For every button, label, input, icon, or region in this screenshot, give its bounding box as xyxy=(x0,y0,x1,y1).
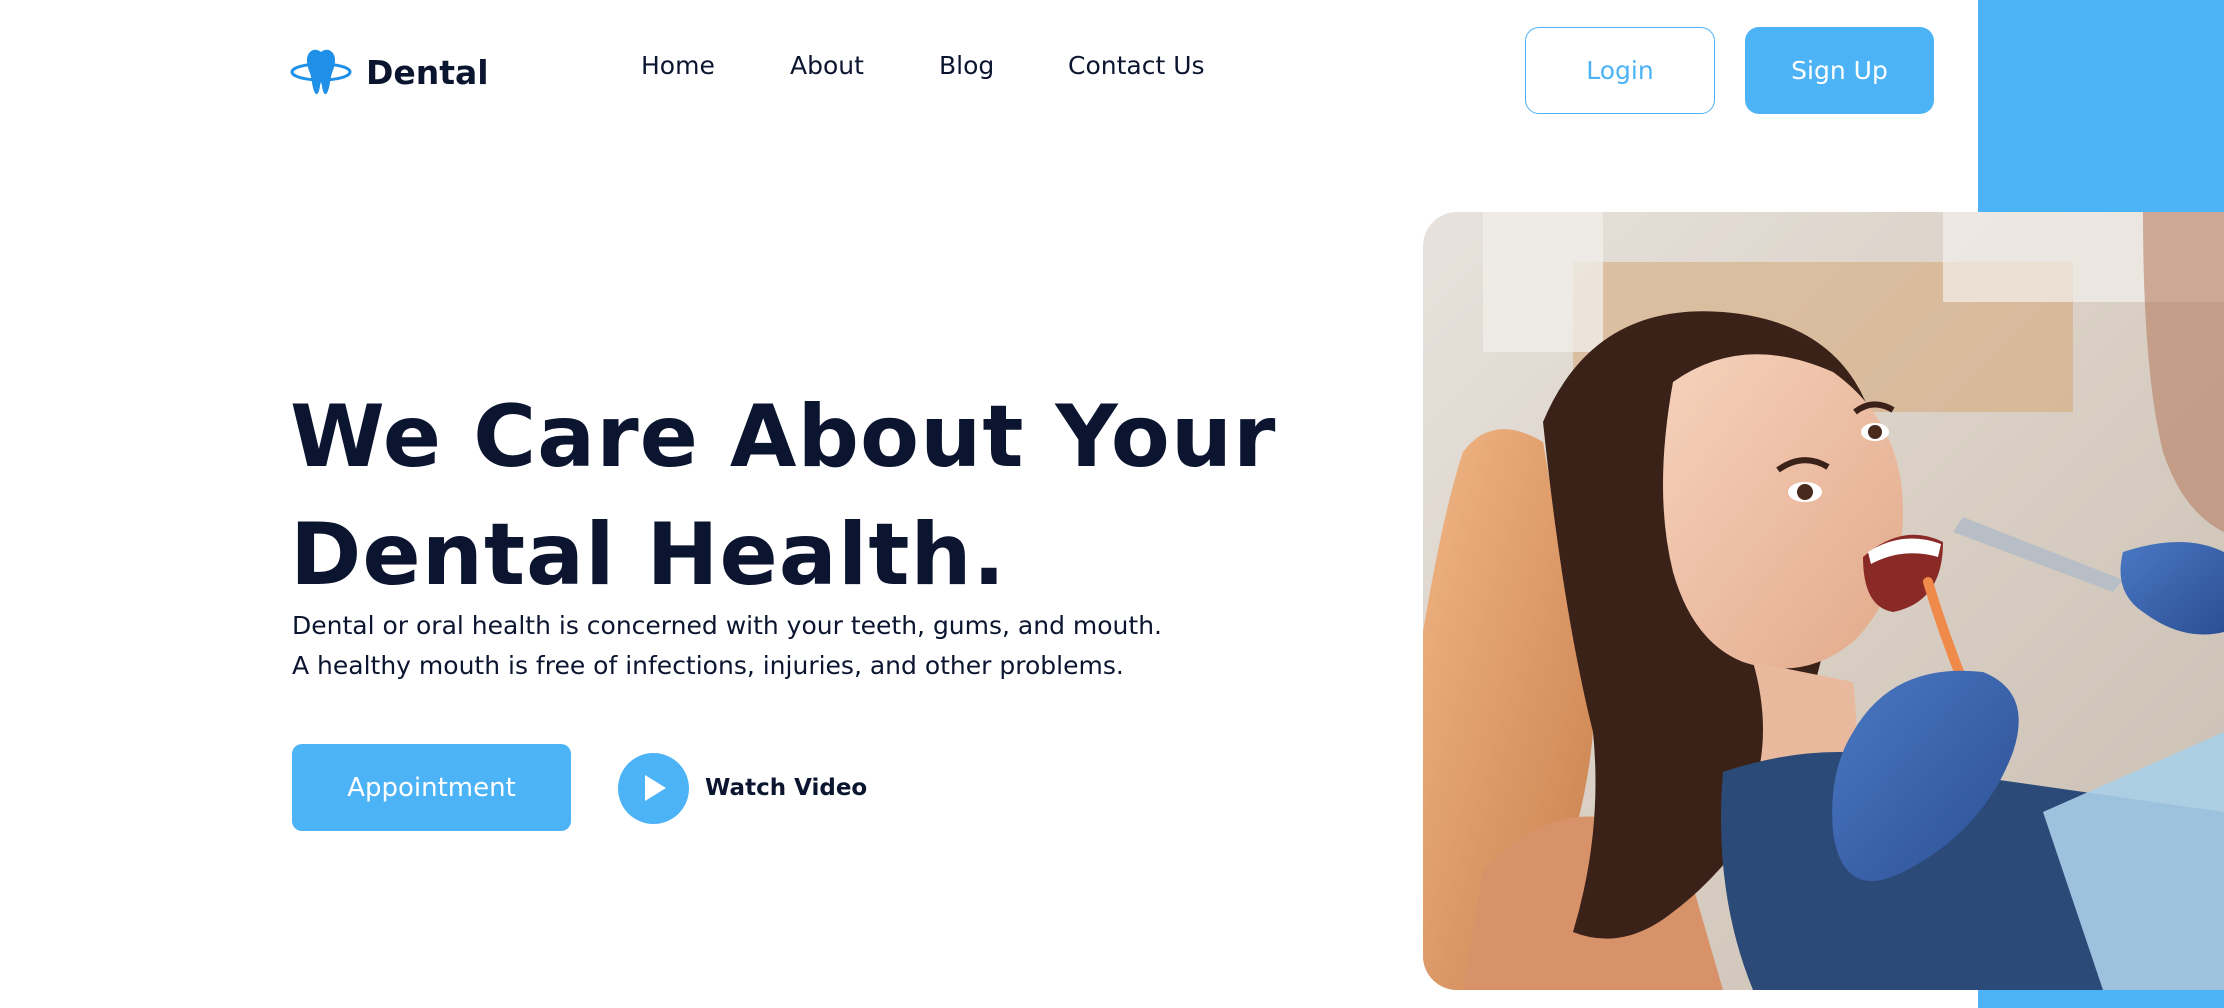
hero-description: Dental or oral health is concerned with … xyxy=(292,606,1292,686)
appointment-button[interactable]: Appointment xyxy=(292,744,571,831)
logo[interactable]: Dental xyxy=(290,44,489,100)
hero-description-line-2: A healthy mouth is free of infections, i… xyxy=(292,651,1124,680)
nav-blog[interactable]: Blog xyxy=(939,49,994,83)
brand-name: Dental xyxy=(366,52,489,92)
login-button[interactable]: Login xyxy=(1525,27,1715,114)
watch-video-label: Watch Video xyxy=(705,775,868,801)
nav-about[interactable]: About xyxy=(790,49,864,83)
hero-title: We Care About Your Dental Health. xyxy=(290,378,1290,614)
hero-description-line-1: Dental or oral health is concerned with … xyxy=(292,611,1162,640)
nav-contact-us[interactable]: Contact Us xyxy=(1068,49,1205,83)
patient-at-dentist-photo xyxy=(1423,212,2224,990)
play-button[interactable] xyxy=(618,752,689,824)
signup-button[interactable]: Sign Up xyxy=(1745,27,1934,114)
nav-home[interactable]: Home xyxy=(641,49,715,83)
play-icon xyxy=(644,775,666,801)
tooth-icon xyxy=(290,49,352,95)
hero-title-line-2: Dental Health. xyxy=(290,505,1007,605)
watch-video-button[interactable]: Watch Video xyxy=(618,752,867,824)
hero-title-line-1: We Care About Your xyxy=(290,387,1277,487)
